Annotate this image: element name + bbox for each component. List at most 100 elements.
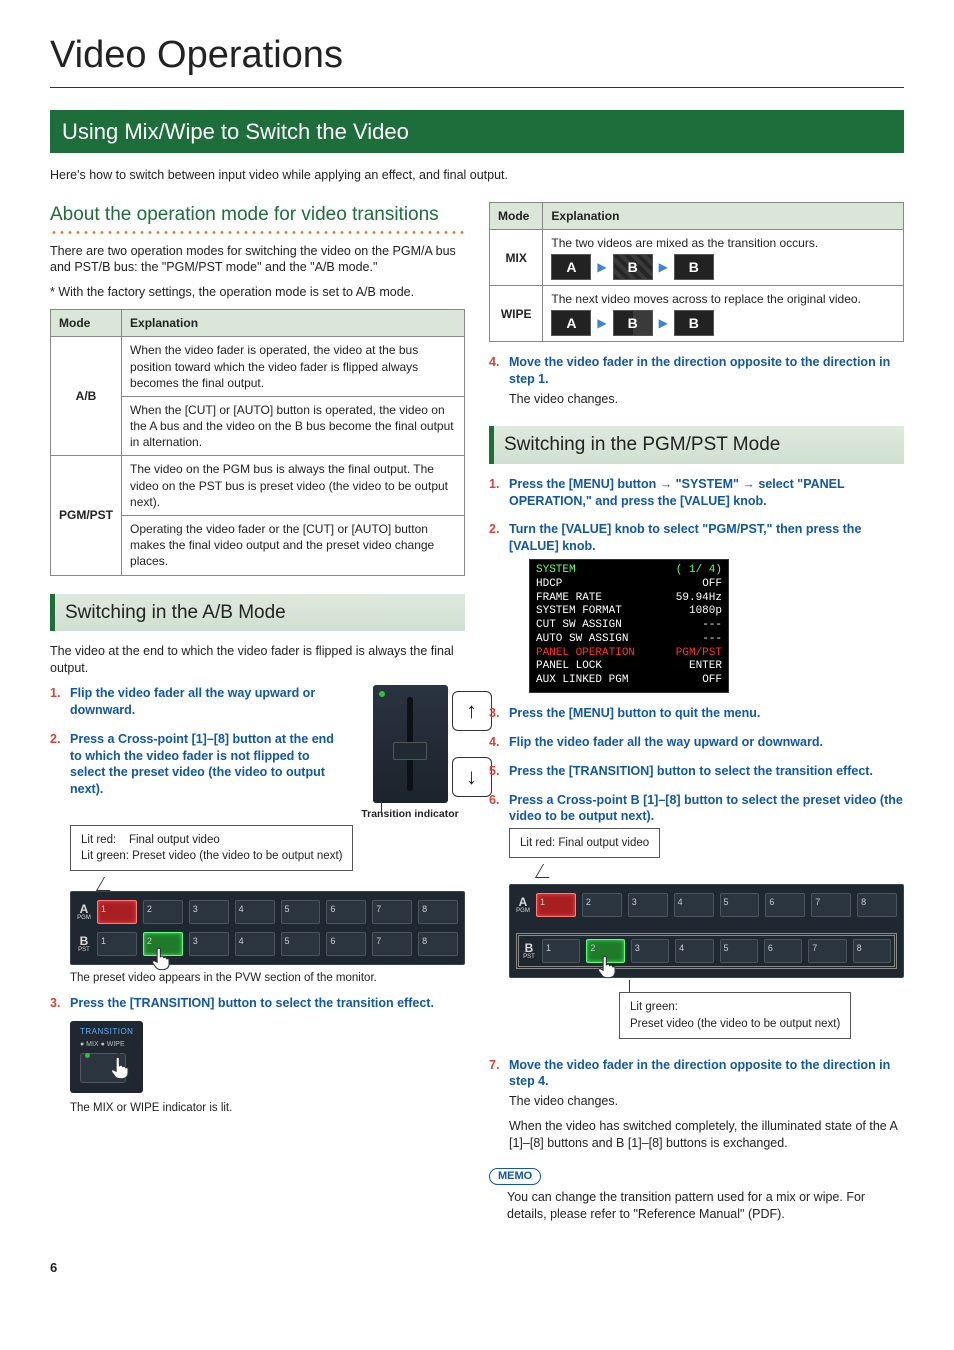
crosspoint-a2-button[interactable]: 2 [582,893,622,917]
menu-title: SYSTEM [536,564,576,576]
wipe-explanation: The next video moves across to replace t… [551,292,861,306]
crosspoint-a4-button[interactable]: 4 [674,893,714,917]
triangle-icon: ▶ [659,315,668,331]
triangle-icon: ▶ [597,259,606,275]
menu-screenshot: SYSTEM( 1/ 4) HDCPOFFFRAME RATE59.94HzSY… [529,559,729,693]
arrow-right-icon: → [660,477,673,491]
table-cell-wipe: WIPE [490,286,543,342]
triangle-icon: ▶ [659,259,668,275]
pgm-step-5: Press the [TRANSITION] button to select … [489,763,904,780]
subheading-operation-mode: About the operation mode for video trans… [50,202,465,228]
crosspoint-b3-button[interactable]: 3 [189,932,229,956]
dotted-rule [50,230,465,235]
after-transition-text: The MIX or WIPE indicator is lit. [70,1101,465,1117]
step-4: Move the video fader in the direction op… [489,354,904,408]
crosspoint-b5-button[interactable]: 5 [281,932,321,956]
mix-wipe-table: Mode Explanation MIX The two videos are … [489,202,904,343]
fader-caption: Transition indicator [355,807,465,821]
crosspoint-a6-button[interactable]: 6 [765,893,805,917]
crosspoint-a6-button[interactable]: 6 [326,900,366,924]
page-title: Video Operations [50,30,904,88]
transition-label: TRANSITION [80,1027,133,1038]
crosspoint-a3-button[interactable]: 3 [189,900,229,924]
menu-page: ( 1/ 4) [676,564,722,578]
table-cell: The two videos are mixed as the transiti… [543,230,904,286]
operation-mode-paragraph: There are two operation modes for switch… [50,243,465,277]
table-cell-ab: A/B [51,337,122,456]
crosspoint-a8-button[interactable]: 8 [418,900,458,924]
crosspoint-panel-ab: APGM 1 2 3 4 5 6 7 8 BPST 1 2 3 4 5 [70,891,465,965]
table-cell-pgmpst: PGM/PST [51,456,122,575]
crosspoint-b7-button[interactable]: 7 [808,939,846,963]
mix-explanation: The two videos are mixed as the transiti… [551,236,818,250]
intro-text: Here's how to switch between input video… [50,167,904,184]
table-header-explanation: Explanation [543,202,904,229]
row-label-b: BPST [77,935,91,953]
step-2: Press a Cross-point [1]–[8] button at th… [50,731,465,799]
transition-button[interactable] [80,1053,126,1083]
frame-b: B [674,310,714,336]
crosspoint-b7-button[interactable]: 7 [372,932,412,956]
pgm-step-4: Flip the video fader all the way upward … [489,734,904,751]
crosspoint-b2-button[interactable]: 2 [143,932,183,956]
crosspoint-b8-button[interactable]: 8 [418,932,458,956]
table-cell: The video on the PGM bus is always the f… [122,456,465,516]
row-label-b: BPST [522,942,536,960]
crosspoint-b5-button[interactable]: 5 [720,939,758,963]
step-text: Press a Cross-point B [1]–[8] button to … [509,793,903,824]
transition-panel: TRANSITION ● MIX ● WIPE [70,1021,143,1093]
crosspoint-b4-button[interactable]: 4 [675,939,713,963]
step-text: Press the [TRANSITION] button to select … [70,996,434,1010]
crosspoint-a3-button[interactable]: 3 [628,893,668,917]
legend-red-value: Final output video [129,834,220,846]
table-cell: When the [CUT] or [AUTO] button is opera… [122,396,465,456]
crosspoint-b4-button[interactable]: 4 [235,932,275,956]
frame-mid: B [613,310,653,336]
step-text: Press a Cross-point [1]–[8] button at th… [70,732,334,797]
crosspoint-a5-button[interactable]: 5 [281,900,321,924]
subheading-pgmpst-mode: Switching in the PGM/PST Mode [489,426,904,464]
crosspoint-a8-button[interactable]: 8 [857,893,897,917]
legend-red-label: Lit red: [81,834,116,846]
crosspoint-b2-button[interactable]: 2 [586,939,624,963]
triangle-icon: ▶ [597,315,606,331]
arrow-right-icon: → [742,477,755,491]
crosspoint-a1-button[interactable]: 1 [536,893,576,917]
crosspoint-b1-button[interactable]: 1 [97,932,137,956]
crosspoint-a2-button[interactable]: 2 [143,900,183,924]
mix-diagram: A ▶ B ▶ B [551,254,895,280]
pgm-step-6: Press a Cross-point B [1]–[8] button to … [489,792,904,1045]
crosspoint-b6-button[interactable]: 6 [326,932,366,956]
frame-mid: B [613,254,653,280]
frame-b: B [674,254,714,280]
step-text: Turn the [VALUE] knob to select "PGM/PST… [509,522,861,553]
crosspoint-a5-button[interactable]: 5 [720,893,760,917]
transition-sublabel: ● MIX ● WIPE [80,1040,133,1049]
crosspoint-a7-button[interactable]: 7 [811,893,851,917]
crosspoint-panel-pgm: APGM 1 2 3 4 5 6 7 8 BPST 1 [509,884,904,978]
after-panel-text: The preset video appears in the PVW sect… [70,971,465,987]
crosspoint-a7-button[interactable]: 7 [372,900,412,924]
table-header-explanation: Explanation [122,310,465,337]
step-text: Press the [MENU] button to quit the menu… [509,706,760,720]
leader-line [381,801,382,815]
legend-green-value: Preset video (the video to be output nex… [630,1016,840,1032]
step-body: The video changes. [509,391,904,408]
mix-led-icon [85,1053,90,1058]
table-header-mode: Mode [51,310,122,337]
crosspoint-b1-button[interactable]: 1 [542,939,580,963]
crosspoint-a1-button[interactable]: 1 [97,900,137,924]
step-text: Flip the video fader all the way upward … [70,686,315,717]
crosspoint-b8-button[interactable]: 8 [853,939,891,963]
leader-line [629,980,630,992]
step-3: Press the [TRANSITION] button to select … [50,995,465,1117]
page-number: 6 [50,1259,904,1277]
crosspoint-b6-button[interactable]: 6 [764,939,802,963]
row-label-a: APGM [516,896,530,914]
step-1: Flip the video fader all the way upward … [50,685,465,719]
pgm-step-2: Turn the [VALUE] knob to select "PGM/PST… [489,521,904,693]
crosspoint-a4-button[interactable]: 4 [235,900,275,924]
crosspoint-b3-button[interactable]: 3 [631,939,669,963]
step-body-text: When the video has switched completely, … [509,1118,904,1152]
step-text: Move the video fader in the direction op… [509,355,890,386]
